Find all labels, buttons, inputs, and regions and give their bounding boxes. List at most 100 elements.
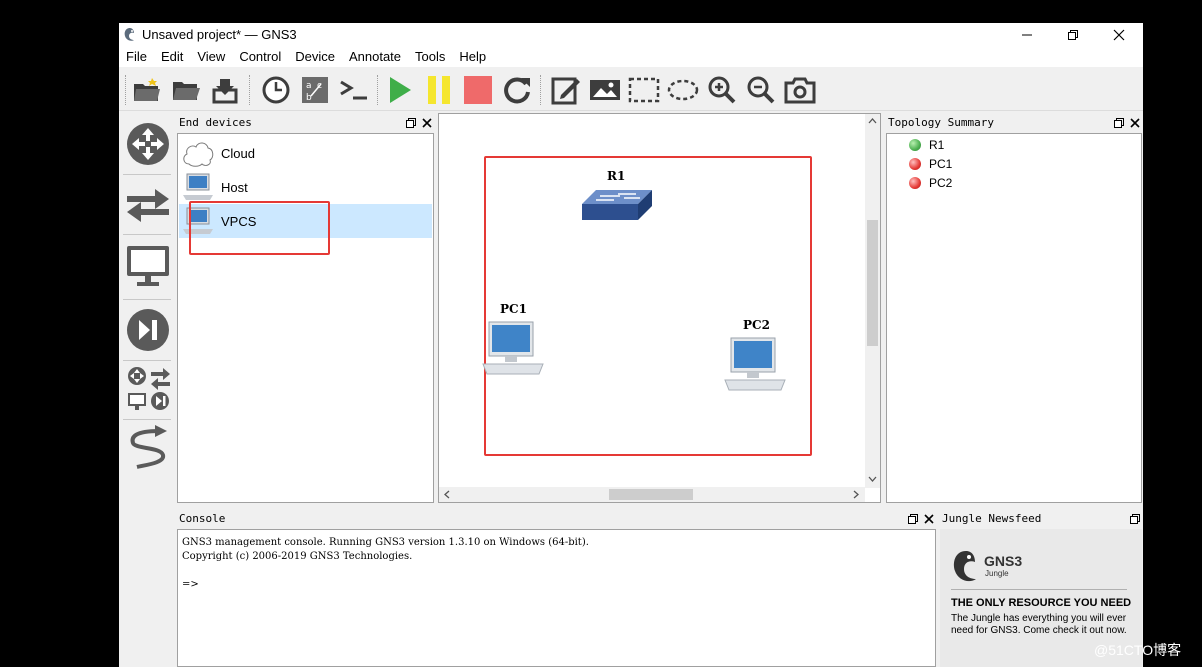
new-folder-icon — [134, 78, 160, 101]
canvas-horizontal-scrollbar[interactable] — [439, 487, 865, 502]
minimize-button[interactable] — [1004, 23, 1050, 47]
topology-canvas[interactable]: R1 PC1 PC2 — [438, 113, 881, 503]
show-interface-labels-button[interactable]: acb — [298, 74, 332, 106]
start-all-button[interactable] — [383, 74, 417, 106]
console-prompt: => — [182, 579, 199, 590]
snapshot-button[interactable] — [259, 74, 293, 106]
topology-summary-title: Topology Summary — [888, 116, 994, 129]
vertical-scroll-thumb[interactable] — [867, 220, 878, 346]
r1-switch-icon[interactable] — [582, 186, 654, 224]
gns3-logo-icon — [953, 551, 976, 582]
insert-picture-button[interactable] — [588, 74, 622, 106]
menu-help[interactable]: Help — [452, 47, 493, 67]
device-item-host[interactable]: Host — [179, 170, 432, 204]
draw-ellipse-button[interactable] — [666, 74, 700, 106]
open-project-button[interactable] — [169, 74, 203, 106]
float-icon[interactable] — [1130, 514, 1140, 524]
console-line: Copyright (c) 2006-2019 GNS3 Technologie… — [182, 551, 413, 562]
chevron-up-icon[interactable] — [868, 118, 877, 124]
chevron-down-icon[interactable] — [868, 476, 877, 482]
reload-all-button[interactable] — [500, 74, 534, 106]
restore-button[interactable] — [1050, 23, 1096, 47]
stop-all-button[interactable] — [461, 74, 495, 106]
device-label: Host — [221, 179, 248, 195]
end-devices-title: End devices — [179, 116, 252, 129]
pc2-computer-icon[interactable] — [723, 336, 787, 394]
terminal-icon — [340, 80, 367, 100]
window-title: Unsaved project* — GNS3 — [142, 27, 297, 42]
close-icon[interactable] — [924, 514, 934, 524]
zoom-out-button[interactable] — [744, 74, 778, 106]
draw-rectangle-button[interactable] — [627, 74, 661, 106]
lefttools-separator — [123, 360, 171, 361]
end-devices-list: Cloud Host VPCS — [177, 133, 434, 503]
screenshot-button[interactable] — [783, 74, 817, 106]
horizontal-scroll-thumb[interactable] — [609, 489, 693, 500]
menu-annotate[interactable]: Annotate — [342, 47, 408, 67]
browse-end-devices-button[interactable] — [124, 241, 171, 291]
console-text: GNS3 management console. Running GNS3 ve… — [182, 536, 589, 592]
suspend-all-button[interactable] — [422, 74, 456, 106]
reload-icon — [504, 77, 530, 104]
browse-all-devices-button[interactable] — [124, 363, 171, 413]
picture-icon — [590, 80, 620, 100]
device-item-cloud[interactable]: Cloud — [179, 136, 432, 170]
console-line: GNS3 management console. Running GNS3 ve… — [182, 537, 589, 548]
chevron-left-icon[interactable] — [444, 490, 450, 499]
host-icon — [183, 173, 213, 200]
menu-control[interactable]: Control — [232, 47, 288, 67]
edit-note-icon — [551, 77, 580, 105]
lefttools-separator — [123, 234, 171, 235]
topology-item-label: PC2 — [929, 176, 953, 190]
save-project-button[interactable] — [208, 74, 242, 106]
float-icon[interactable] — [406, 118, 416, 128]
zoom-in-button[interactable] — [705, 74, 739, 106]
browse-security-devices-button[interactable] — [124, 305, 171, 355]
canvas-vertical-scrollbar[interactable] — [865, 114, 880, 488]
newsfeed-divider — [951, 589, 1127, 590]
browse-switches-button[interactable] — [124, 179, 171, 229]
topology-summary-list: R1 PC1 PC2 — [886, 133, 1142, 503]
toolbar-separator — [540, 75, 542, 105]
zoom-out-icon — [747, 76, 775, 104]
browse-routers-button[interactable] — [124, 119, 171, 169]
topology-item-pc2[interactable]: PC2 — [909, 174, 952, 192]
newsfeed-header: Jungle Newsfeed — [940, 510, 1142, 528]
close-button[interactable] — [1096, 23, 1142, 47]
add-link-button[interactable] — [124, 423, 171, 473]
pc1-computer-icon[interactable] — [481, 320, 545, 378]
camera-icon — [784, 77, 816, 104]
cable-icon — [130, 425, 167, 469]
status-icon — [909, 158, 921, 170]
new-project-button[interactable] — [130, 74, 164, 106]
menu-edit[interactable]: Edit — [154, 47, 190, 67]
close-icon[interactable] — [422, 118, 432, 128]
switch-icon — [126, 189, 169, 222]
node-label-pc2: PC2 — [743, 318, 770, 332]
chevron-right-icon[interactable] — [853, 490, 859, 499]
console-header: Console — [177, 510, 936, 528]
lefttools-separator — [123, 419, 171, 420]
cloud-icon — [183, 142, 214, 167]
topology-item-label: R1 — [929, 138, 945, 152]
console-title: Console — [179, 512, 226, 525]
console-all-button[interactable] — [337, 74, 371, 106]
topology-item-r1[interactable]: R1 — [909, 136, 944, 154]
add-note-button[interactable] — [549, 74, 583, 106]
title-bar: Unsaved project* — GNS3 — [119, 23, 1143, 47]
menu-file[interactable]: File — [119, 47, 154, 67]
menu-device[interactable]: Device — [288, 47, 342, 67]
console-output[interactable]: GNS3 management console. Running GNS3 ve… — [177, 529, 936, 667]
menu-tools[interactable]: Tools — [408, 47, 452, 67]
close-icon[interactable] — [1130, 118, 1140, 128]
toolbar-grip — [125, 75, 127, 105]
device-type-toolbar — [119, 113, 176, 667]
menu-bar: File Edit View Control Device Annotate T… — [119, 47, 1143, 67]
topology-item-pc1[interactable]: PC1 — [909, 155, 952, 173]
play-pause-circle-icon — [126, 309, 169, 351]
float-icon[interactable] — [1114, 118, 1124, 128]
topology-item-label: PC1 — [929, 157, 953, 171]
float-icon[interactable] — [908, 514, 918, 524]
end-devices-header: End devices — [177, 114, 434, 132]
menu-view[interactable]: View — [190, 47, 232, 67]
